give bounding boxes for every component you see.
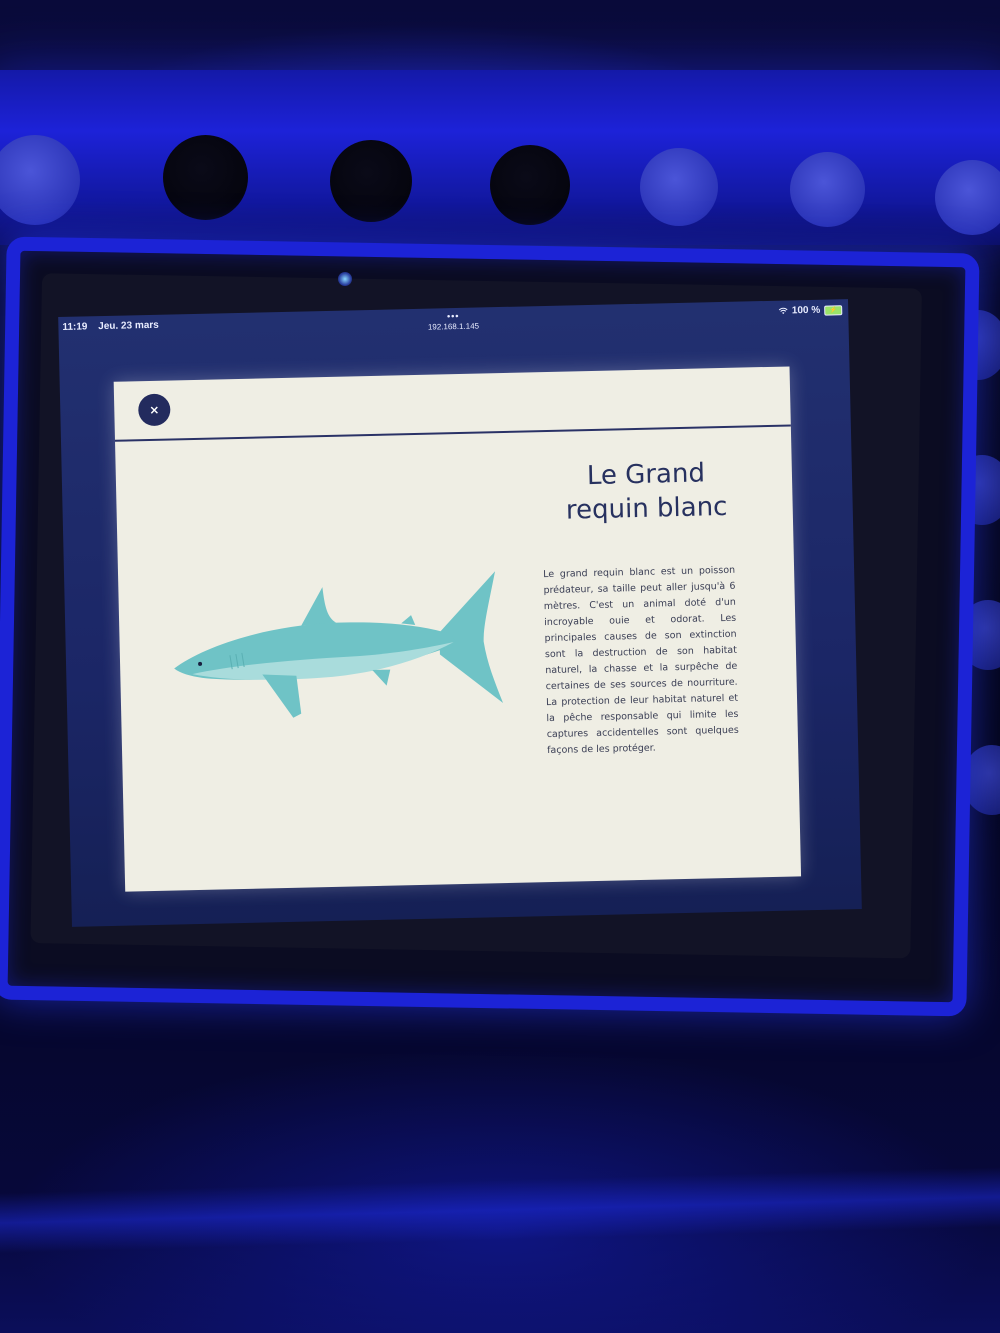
panel-hole — [0, 135, 80, 225]
panel-hole — [790, 152, 865, 227]
info-modal: × Le Grand requin blanc Le grand requin … — [113, 366, 802, 892]
photo-scene: 11:19 Jeu. 23 mars ••• 192.168.1.145 100… — [0, 0, 1000, 1333]
wifi-icon — [778, 306, 788, 316]
battery-percent: 100 % — [791, 304, 821, 317]
modal-title: Le Grand requin blanc — [565, 458, 728, 526]
modal-description: Le grand requin blanc est un poisson pré… — [543, 564, 739, 757]
camera-icon — [338, 272, 352, 286]
panel-hole — [935, 160, 1000, 235]
panel-hole — [330, 140, 412, 222]
panel-hole — [490, 145, 570, 225]
panel-hole — [163, 135, 248, 220]
close-icon: × — [149, 402, 160, 417]
modal-body: Le Grand requin blanc Le grand requin bl… — [115, 426, 801, 891]
bottom-light-strip — [0, 1166, 1000, 1254]
close-button[interactable]: × — [137, 393, 171, 427]
shark-illustration — [174, 571, 504, 718]
battery-charging-icon: ⚡ — [824, 304, 843, 316]
tablet-screen: 11:19 Jeu. 23 mars ••• 192.168.1.145 100… — [58, 299, 862, 927]
panel-hole — [640, 148, 718, 226]
perforated-panel — [0, 70, 1000, 245]
status-right: 100 % ⚡ — [778, 304, 843, 316]
